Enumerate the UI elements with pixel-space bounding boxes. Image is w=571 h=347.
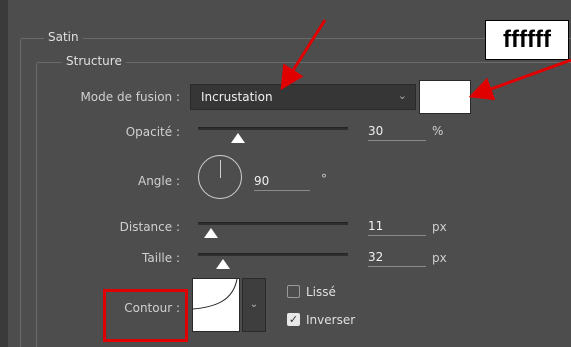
arrow-to-dropdown [280, 19, 327, 91]
arrow-to-swatch [468, 58, 571, 101]
annotation-arrows [280, 19, 571, 101]
